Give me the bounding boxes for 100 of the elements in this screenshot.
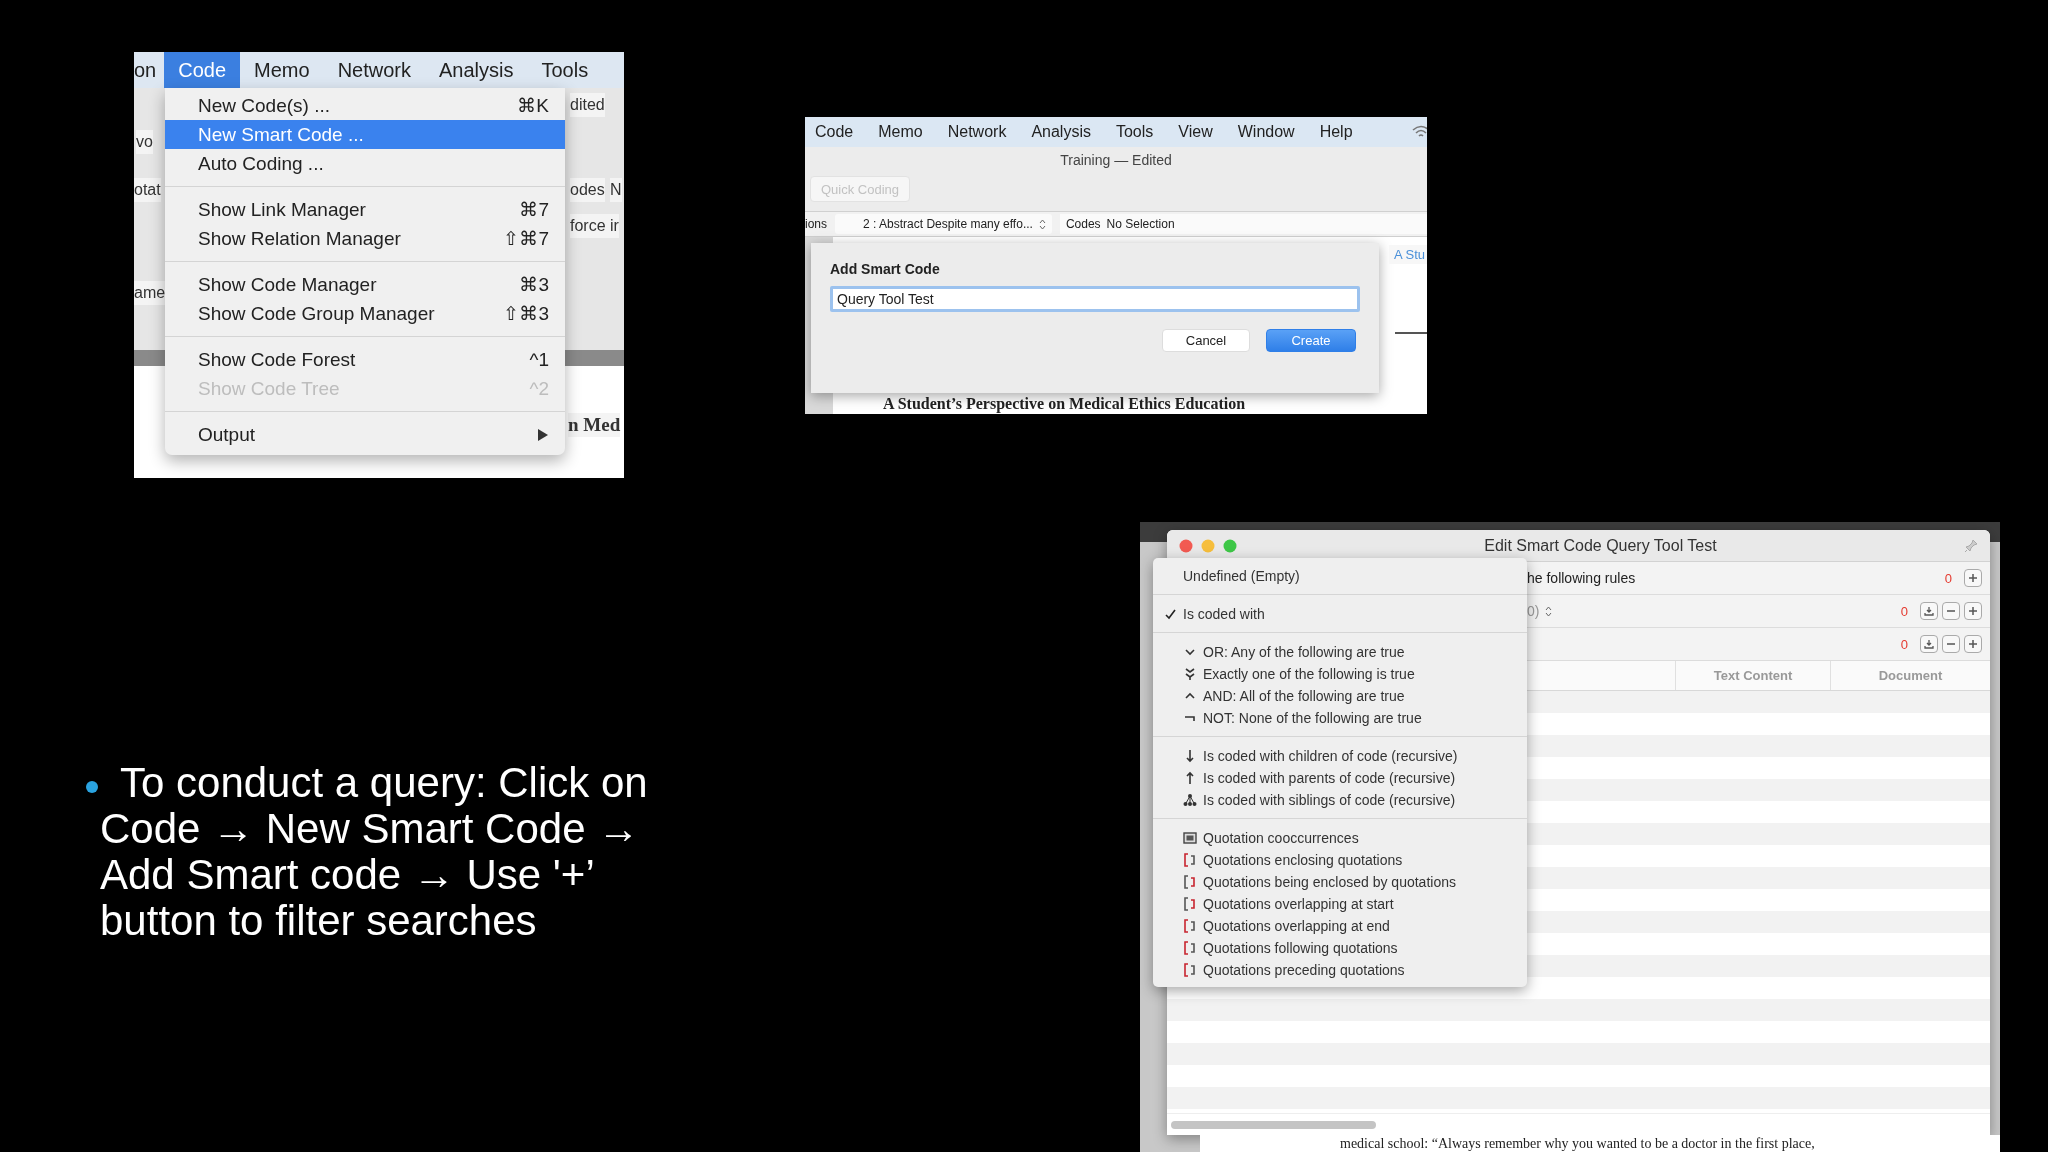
hierarchy-icon bbox=[1183, 793, 1197, 807]
plus-icon bbox=[1968, 606, 1978, 616]
menu-title[interactable]: Analysis bbox=[1031, 123, 1091, 141]
bullet-icon bbox=[86, 781, 98, 793]
shortcut-label: ⌘K bbox=[517, 94, 549, 117]
menu-item-label: AND: All of the following are true bbox=[1203, 688, 1405, 704]
menu-item[interactable]: Quotations preceding quotations bbox=[1153, 959, 1527, 981]
label: N bbox=[610, 178, 622, 202]
menu-item[interactable]: Quotations overlapping at start bbox=[1153, 893, 1527, 915]
bullet-text: To conduct a query: Click on Code → New Smart Code → Add Smart code → Use '+’ button to filter searches bbox=[100, 760, 649, 944]
scrollbar-thumb[interactable] bbox=[1171, 1120, 1376, 1129]
quotation-dropdown[interactable]: 2 : Abstract Despite many effo... bbox=[835, 214, 1052, 234]
download-button[interactable] bbox=[1920, 602, 1938, 620]
menu-item-label: Is coded with children of code (recursive) bbox=[1203, 748, 1458, 764]
menu-item[interactable]: Exactly one of the following is true bbox=[1153, 663, 1527, 685]
menu-item-label: NOT: None of the following are true bbox=[1203, 710, 1422, 726]
double-chevron-icon bbox=[1183, 667, 1197, 681]
add-button[interactable] bbox=[1964, 569, 1982, 587]
menu-item[interactable]: Is coded with children of code (recursive) bbox=[1153, 745, 1527, 767]
document-text: medical school: “Always remember why you wanted to be a doctor in the first place, bbox=[1200, 1135, 2000, 1152]
label: force ir bbox=[570, 214, 619, 238]
menu-item[interactable]: Is coded with parents of code (recursive) bbox=[1153, 767, 1527, 789]
label: otat bbox=[134, 178, 161, 202]
menu-item-label: Undefined (Empty) bbox=[1183, 568, 1300, 584]
name-input-field[interactable]: Query Tool Test bbox=[830, 286, 1360, 312]
menu-item[interactable]: Quotations enclosing quotations bbox=[1153, 849, 1527, 871]
menu-title[interactable]: Window bbox=[1237, 123, 1295, 141]
menu-item[interactable]: Show Relation Manager ⇧⌘7 bbox=[165, 224, 565, 253]
menu-title[interactable]: View bbox=[1178, 123, 1213, 141]
add-button[interactable] bbox=[1964, 635, 1982, 653]
menu-item-label: OR: Any of the following are true bbox=[1203, 644, 1405, 660]
menu-item[interactable]: Is coded with siblings of code (recursive) bbox=[1153, 789, 1527, 811]
document-heading: A Student’s Perspective on Medical Ethics Education bbox=[882, 395, 1247, 414]
label: odes bbox=[570, 178, 605, 202]
document-text: n Med bbox=[568, 413, 621, 437]
menu-item-label: Quotations overlapping at end bbox=[1203, 918, 1390, 934]
menu-item[interactable]: Output bbox=[165, 420, 565, 449]
menu-item[interactable]: AND: All of the following are true bbox=[1153, 685, 1527, 707]
menu-title[interactable]: Tools bbox=[1115, 123, 1154, 141]
submenu-arrow-icon bbox=[537, 427, 549, 442]
menu-item[interactable]: Undefined (Empty) bbox=[1153, 565, 1527, 587]
menu-item-label: Quotations being enclosed by quotations bbox=[1203, 874, 1456, 890]
menu-title[interactable]: Network bbox=[947, 123, 1007, 141]
menu-item[interactable]: Show Link Manager ⌘7 bbox=[165, 195, 565, 224]
menu-item[interactable]: Show Code Group Manager ⇧⌘3 bbox=[165, 299, 565, 328]
menu-title[interactable]: Memo bbox=[878, 123, 923, 141]
menu-item[interactable]: OR: Any of the following are true bbox=[1153, 641, 1527, 663]
bracket-icon bbox=[1183, 963, 1197, 977]
menu-title[interactable]: on bbox=[134, 52, 165, 88]
field-label: Codes bbox=[1065, 217, 1101, 231]
plus-icon bbox=[1968, 573, 1978, 583]
menu-title[interactable]: Memo bbox=[240, 52, 324, 88]
remove-button[interactable] bbox=[1942, 635, 1960, 653]
label: ame bbox=[134, 281, 166, 305]
stepper-icon bbox=[1038, 218, 1046, 230]
menu-item-label: Quotations overlapping at start bbox=[1203, 896, 1394, 912]
count-label: 0 bbox=[1900, 603, 1908, 619]
menu-item-label: Quotations preceding quotations bbox=[1203, 962, 1405, 978]
shortcut-label: ⇧⌘3 bbox=[503, 302, 549, 325]
download-icon bbox=[1924, 639, 1934, 649]
close-button[interactable] bbox=[1179, 538, 1193, 553]
menu-title[interactable]: Tools bbox=[527, 52, 603, 88]
menu-title[interactable]: Code bbox=[164, 52, 241, 88]
menu-item[interactable]: Show Code Manager ⌘3 bbox=[165, 270, 565, 299]
bracket-icon bbox=[1183, 853, 1197, 867]
menu-item-label: Is coded with parents of code (recursive) bbox=[1203, 770, 1456, 786]
menu-item-label: Quotations following quotations bbox=[1203, 940, 1398, 956]
menu-item-label: Quotation cooccurrences bbox=[1203, 830, 1359, 846]
menu-item[interactable]: Is coded with bbox=[1153, 603, 1527, 625]
menu-item[interactable]: New Code(s) ... ⌘K bbox=[165, 91, 565, 120]
window-title: Edit Smart Code Query Tool Test bbox=[1483, 536, 1718, 555]
shortcut-label: ^1 bbox=[529, 348, 549, 371]
menu-item[interactable]: Auto Coding ... bbox=[165, 149, 565, 178]
menu-title[interactable]: Help bbox=[1319, 123, 1353, 141]
menu-item[interactable]: Show Code Forest ^1 bbox=[165, 345, 565, 374]
menu-item[interactable]: Quotations overlapping at end bbox=[1153, 915, 1527, 937]
label: 0) bbox=[1527, 603, 1540, 619]
menu-item-label: Is coded with bbox=[1183, 606, 1265, 622]
download-button[interactable] bbox=[1920, 635, 1938, 653]
add-button[interactable] bbox=[1964, 602, 1982, 620]
label: ions bbox=[805, 217, 827, 231]
menu-item[interactable]: Quotations following quotations bbox=[1153, 937, 1527, 959]
menu-title[interactable]: Network bbox=[323, 52, 425, 88]
remove-button[interactable] bbox=[1942, 602, 1960, 620]
menu-item[interactable]: NOT: None of the following are true bbox=[1153, 707, 1527, 729]
cancel-button[interactable]: Cancel bbox=[1162, 329, 1250, 352]
count-label: 0 bbox=[1944, 570, 1952, 586]
menu-title[interactable]: Analysis bbox=[425, 52, 528, 88]
plus-icon bbox=[1968, 639, 1978, 649]
menu-item[interactable]: New Smart Code ... bbox=[165, 120, 565, 149]
count-label: 0 bbox=[1900, 636, 1908, 652]
bracket-icon bbox=[1183, 941, 1197, 955]
menu-title[interactable]: Code bbox=[815, 123, 854, 141]
rule-label: he following rules bbox=[1527, 570, 1636, 586]
menu-item[interactable]: Quotations being enclosed by quotations bbox=[1153, 871, 1527, 893]
menu-item[interactable]: Quotation cooccurrences bbox=[1153, 827, 1527, 849]
dialog-title: Add Smart Code bbox=[830, 261, 941, 277]
frame-icon bbox=[1183, 831, 1197, 845]
field-value: No Selection bbox=[1106, 217, 1175, 231]
label: dited bbox=[570, 93, 605, 117]
